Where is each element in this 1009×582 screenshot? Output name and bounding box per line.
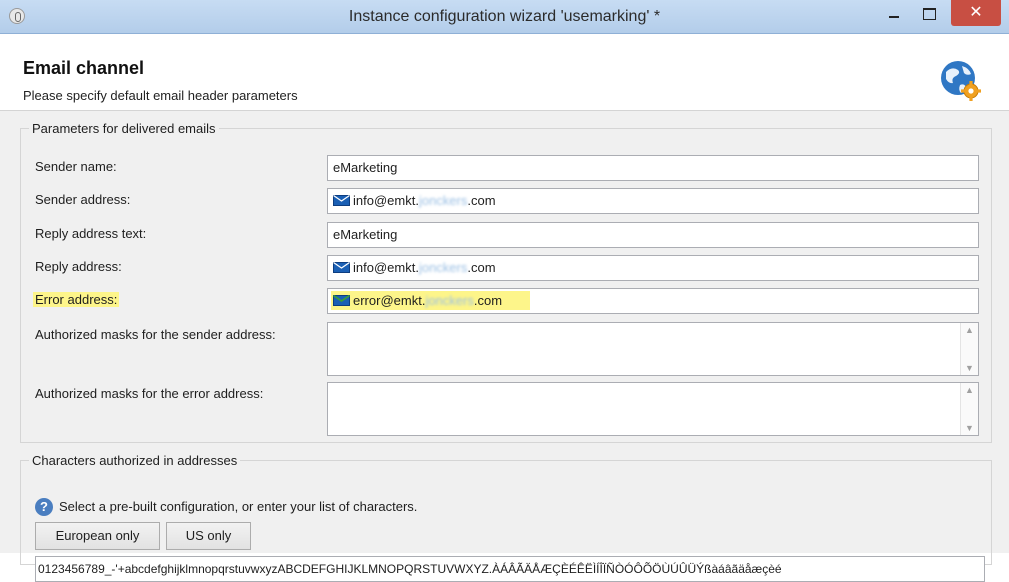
masked-domain: jonckers xyxy=(418,193,468,208)
scroll-up-icon[interactable]: ▲ xyxy=(961,325,978,335)
globe-gear-icon xyxy=(941,61,981,101)
error-masks-label: Authorized masks for the error address: xyxy=(35,386,264,401)
characters-group: Characters authorized in addresses ? Sel… xyxy=(20,453,992,582)
error-address-prefix: error@emkt. xyxy=(353,293,426,308)
sender-masks-field[interactable]: ▲ ▼ xyxy=(327,322,979,376)
characters-instruction: Select a pre-built configuration, or ent… xyxy=(59,499,418,514)
scroll-down-icon[interactable]: ▼ xyxy=(961,363,978,373)
masked-domain: jonckers xyxy=(418,260,468,275)
european-only-button[interactable]: European only xyxy=(35,522,160,550)
group-legend: Parameters for delivered emails xyxy=(32,121,216,136)
reply-text-field[interactable]: eMarketing xyxy=(327,222,979,248)
scrollbar[interactable]: ▲ ▼ xyxy=(960,383,978,435)
error-address-highlight: error@emkt.jonckers.com xyxy=(331,291,531,310)
help-icon: ? xyxy=(35,498,53,516)
error-address-field[interactable]: error@emkt.jonckers.com xyxy=(327,288,979,314)
us-only-button[interactable]: US only xyxy=(166,522,251,550)
reply-address-prefix: info@emkt. xyxy=(353,260,419,275)
scroll-up-icon[interactable]: ▲ xyxy=(961,385,978,395)
email-icon xyxy=(333,262,350,273)
error-address-label: Error address: xyxy=(33,292,120,307)
error-address-label-text: Error address: xyxy=(33,292,120,307)
reply-text-label: Reply address text: xyxy=(35,226,147,241)
reply-address-field[interactable]: info@emkt.jonckers.com xyxy=(327,255,979,281)
window-title: Instance configuration wizard 'usemarkin… xyxy=(348,8,661,25)
characters-field[interactable]: 0123456789_-'+abcdefghijklmnopqrstuvwxyz… xyxy=(35,556,985,582)
minimize-button[interactable] xyxy=(880,3,908,25)
reply-address-suffix: .com xyxy=(467,260,496,275)
title-bar: Instance configuration wizard 'usemarkin… xyxy=(0,0,1009,34)
sender-address-suffix: .com xyxy=(467,193,496,208)
scrollbar[interactable]: ▲ ▼ xyxy=(960,323,978,375)
delivered-emails-group: Parameters for delivered emails Sender n… xyxy=(20,121,992,443)
sender-masks-label: Authorized masks for the sender address: xyxy=(35,327,276,342)
page-title: Email channel xyxy=(23,58,145,78)
masked-domain: jonckers xyxy=(425,293,474,308)
error-address-suffix: .com xyxy=(473,293,503,308)
close-button[interactable]: ✕ xyxy=(951,0,1001,26)
error-masks-field[interactable]: ▲ ▼ xyxy=(327,382,979,436)
email-icon xyxy=(333,295,350,306)
maximize-button[interactable] xyxy=(915,3,943,25)
sender-name-label: Sender name: xyxy=(35,159,117,174)
page-subtitle: Please specify default email header para… xyxy=(23,88,298,103)
group-legend: Characters authorized in addresses xyxy=(32,453,238,468)
sender-address-prefix: info@emkt. xyxy=(353,193,419,208)
email-icon xyxy=(333,195,350,206)
sender-address-field[interactable]: info@emkt.jonckers.com xyxy=(327,188,979,214)
sender-address-label: Sender address: xyxy=(35,192,131,207)
reply-address-label: Reply address: xyxy=(35,259,122,274)
wizard-header: Email channel Please specify default ema… xyxy=(0,34,1009,111)
scroll-down-icon[interactable]: ▼ xyxy=(961,423,978,433)
wizard-content: Parameters for delivered emails Sender n… xyxy=(0,111,1009,582)
sender-name-field[interactable]: eMarketing xyxy=(327,155,979,181)
